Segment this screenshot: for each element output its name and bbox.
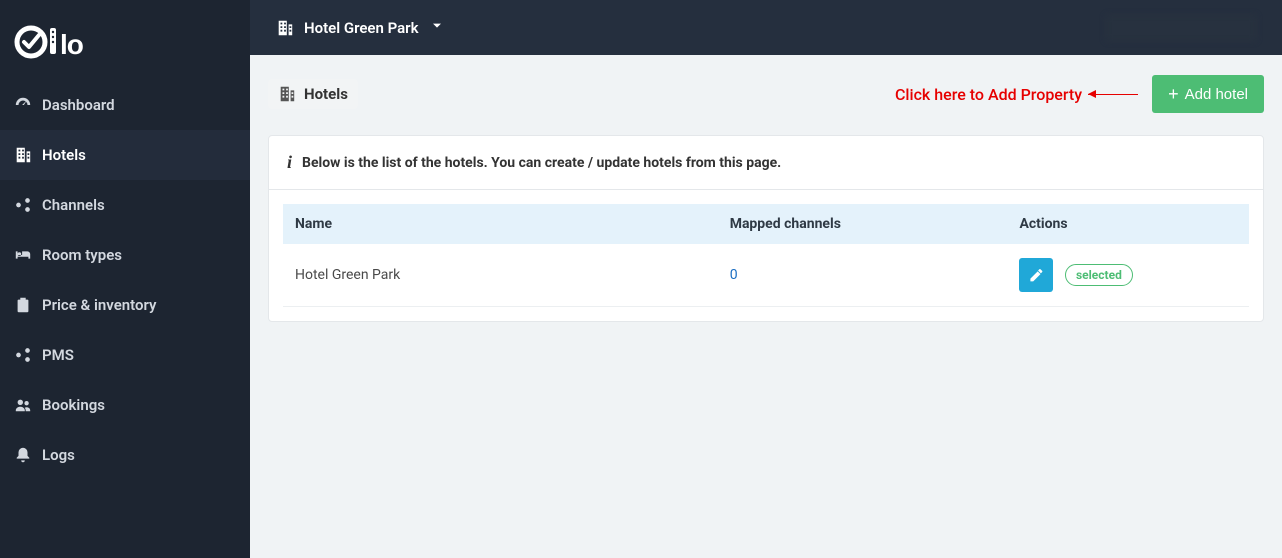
selected-hotel-name: Hotel Green Park — [304, 19, 419, 37]
pencil-icon — [1028, 267, 1044, 283]
brand-logo: lo — [0, 0, 250, 80]
sidebar-item-label: Hotels — [42, 146, 86, 164]
sidebar-item-label: Room types — [42, 246, 122, 264]
topbar: Hotel Green Park — [250, 0, 1282, 55]
col-header-actions: Actions — [1007, 204, 1249, 244]
sidebar-item-label: Logs — [42, 446, 75, 464]
sidebar-item-bookings[interactable]: Bookings — [0, 380, 250, 430]
sidebar-item-dashboard[interactable]: Dashboard — [0, 80, 250, 130]
sidebar: lo Dashboard Hotels Channels Room types — [0, 0, 250, 558]
info-text: Below is the list of the hotels. You can… — [302, 155, 781, 171]
table-row: Hotel Green Park 0 selected — [283, 244, 1249, 307]
sidebar-item-hotels[interactable]: Hotels — [0, 130, 250, 180]
building-icon — [276, 19, 294, 37]
dashboard-icon — [14, 96, 32, 114]
cell-mapped-link[interactable]: 0 — [730, 267, 738, 283]
hotel-selector-dropdown[interactable]: Hotel Green Park — [276, 18, 445, 38]
add-hotel-button[interactable]: + Add hotel — [1152, 75, 1264, 113]
svg-text:lo: lo — [60, 29, 84, 60]
people-icon — [14, 396, 32, 414]
share-icon — [14, 196, 32, 214]
page-title-text: Hotels — [304, 85, 348, 103]
clipboard-icon — [14, 296, 32, 314]
hotels-card: i Below is the list of the hotels. You c… — [268, 135, 1264, 322]
selected-badge: selected — [1065, 264, 1133, 286]
sidebar-item-price-inventory[interactable]: Price & inventory — [0, 280, 250, 330]
bed-icon — [14, 246, 32, 264]
building-icon — [14, 146, 32, 164]
sidebar-item-label: PMS — [42, 346, 74, 364]
sidebar-item-label: Dashboard — [42, 96, 115, 114]
add-button-label: Add hotel — [1185, 86, 1248, 103]
page-title: Hotels — [268, 79, 358, 109]
info-icon: i — [287, 152, 292, 173]
chevron-down-icon — [429, 18, 445, 38]
cell-name: Hotel Green Park — [283, 244, 718, 307]
hotels-table: Name Mapped channels Actions Hotel Green… — [283, 204, 1249, 307]
col-header-mapped: Mapped channels — [718, 204, 1008, 244]
info-bar: i Below is the list of the hotels. You c… — [269, 136, 1263, 190]
building-icon — [278, 85, 296, 103]
sidebar-item-channels[interactable]: Channels — [0, 180, 250, 230]
sidebar-item-room-types[interactable]: Room types — [0, 230, 250, 280]
plus-icon: + — [1168, 85, 1179, 103]
sidebar-item-label: Channels — [42, 196, 105, 214]
tutorial-annotation: Click here to Add Property — [895, 85, 1138, 104]
bell-icon — [14, 446, 32, 464]
sidebar-item-logs[interactable]: Logs — [0, 430, 250, 480]
annotation-text: Click here to Add Property — [895, 85, 1082, 104]
sidebar-item-pms[interactable]: PMS — [0, 330, 250, 380]
edit-button[interactable] — [1019, 258, 1053, 292]
col-header-name: Name — [283, 204, 718, 244]
sidebar-item-label: Bookings — [42, 396, 105, 414]
share-icon — [14, 346, 32, 364]
user-menu[interactable] — [1106, 15, 1256, 41]
sidebar-item-label: Price & inventory — [42, 296, 156, 314]
arrow-icon — [1088, 94, 1138, 95]
